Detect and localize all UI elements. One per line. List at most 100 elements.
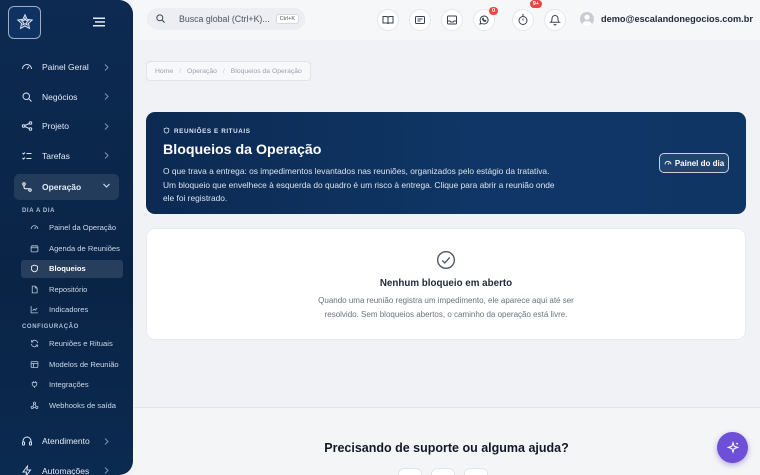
ai-assistant-button[interactable] — [717, 432, 748, 463]
whatsapp-icon — [479, 15, 489, 25]
sidebar-item-operacao[interactable]: Operação — [14, 174, 119, 200]
sidebar-subitem-modelos-reuniao[interactable]: Modelos de Reunião — [21, 355, 123, 373]
star-logo-icon — [16, 13, 33, 30]
chevron-down-icon — [101, 179, 111, 191]
sidebar-item-painel-geral[interactable]: Painel Geral — [14, 56, 119, 78]
refresh-icon — [29, 339, 39, 349]
gauge-icon — [664, 159, 672, 167]
bolt-icon — [20, 464, 34, 475]
sidebar-item-automacoes[interactable]: Automações — [14, 460, 119, 475]
page-hero: REUNIÕES E RITUAIS Bloqueios da Operação… — [146, 112, 746, 214]
gauge-icon — [20, 60, 34, 74]
sidebar-subitem-indicadores[interactable]: Indicadores — [21, 301, 123, 319]
notifications-button[interactable] — [544, 9, 566, 31]
sidebar-subitem-label: Painel da Operação — [49, 223, 117, 232]
sidebar-item-tarefas[interactable]: Tarefas — [14, 145, 119, 167]
support-option-button[interactable] — [464, 468, 488, 475]
breadcrumb-separator: / — [179, 67, 182, 75]
global-search[interactable]: Busca global (Ctrl+K)... Ctrl+K — [147, 8, 305, 30]
search-shortcut-badge: Ctrl+K — [275, 14, 299, 24]
user-email: demo@escalandonegocios.com.br — [601, 14, 753, 24]
shield-icon — [163, 127, 171, 135]
check-circle-icon — [436, 250, 456, 270]
chevron-right-icon — [101, 150, 111, 162]
breadcrumb-separator: / — [222, 67, 225, 75]
app-logo[interactable] — [8, 5, 41, 39]
bell-icon — [549, 15, 561, 26]
file-icon — [29, 284, 39, 294]
breadcrumb-operacao[interactable]: Operação — [187, 68, 217, 75]
inbox-icon — [447, 15, 457, 25]
section-label-configuracao: CONFIGURAÇÃO — [22, 323, 79, 330]
shield-icon — [29, 264, 39, 274]
sidebar-subitem-webhooks[interactable]: Webhooks de saída — [21, 396, 123, 414]
sidebar-subitem-repositorio[interactable]: Repositório — [21, 280, 123, 298]
search-icon — [20, 90, 34, 104]
sidebar-item-label: Atendimento — [42, 436, 90, 446]
empty-state-title: Nenhum bloqueio em aberto — [379, 278, 513, 289]
whatsapp-badge: 0 — [488, 7, 498, 15]
support-option-button[interactable] — [398, 468, 422, 475]
page-title: Bloqueios da Operação — [163, 142, 322, 158]
sidebar-item-label: Negócios — [42, 91, 78, 102]
sidebar-item-projeto[interactable]: Projeto — [14, 115, 119, 137]
section-label-dia-a-dia: DIA A DIA — [22, 207, 56, 214]
empty-state-card: Nenhum bloqueio em aberto Quando uma reu… — [146, 228, 746, 340]
book-button[interactable] — [377, 9, 399, 31]
timer-icon — [518, 14, 528, 25]
sidebar-header — [0, 0, 133, 44]
checklist-icon — [20, 149, 34, 163]
sidebar-subitem-label: Webhooks de saída — [49, 400, 116, 410]
sidebar-item-label: Painel Geral — [42, 62, 89, 72]
network-icon — [20, 119, 34, 133]
sidebar-item-label: Projeto — [42, 121, 69, 131]
hero-eyebrow: REUNIÕES E RITUAIS — [163, 127, 729, 135]
sidebar-item-atendimento[interactable]: Atendimento — [14, 430, 119, 452]
sidebar-item-label: Automações — [42, 465, 90, 475]
sidebar-subitem-agenda[interactable]: Agenda de Reuniões — [21, 239, 123, 257]
sparkle-icon — [726, 440, 739, 454]
breadcrumb-home[interactable]: Home — [155, 68, 173, 75]
sidebar-subitem-integracoes[interactable]: Integrações — [21, 376, 123, 394]
sidebar-subitem-reunioes-rituais[interactable]: Reuniões e Rituais — [21, 335, 123, 353]
notes-button[interactable] — [409, 9, 431, 31]
chevron-right-icon — [101, 435, 111, 447]
headset-icon — [20, 434, 34, 448]
notifications-badge: 9+ — [529, 0, 542, 8]
painel-do-dia-label: Painel do dia — [674, 158, 725, 168]
painel-do-dia-button[interactable]: Painel do dia — [659, 153, 729, 173]
search-icon — [155, 13, 167, 25]
topbar: Busca global (Ctrl+K)... Ctrl+K 0 9+ dem… — [133, 0, 760, 40]
sidebar-item-label: Tarefas — [42, 150, 70, 161]
breadcrumb: Home / Operação / Bloqueios da Operação — [146, 61, 311, 81]
inbox-button[interactable] — [441, 9, 463, 31]
support-option-button[interactable] — [431, 468, 455, 475]
chart-icon — [29, 305, 39, 315]
user-menu[interactable]: demo@escalandonegocios.com.br — [580, 12, 753, 26]
sidebar-subitem-label: Modelos de Reunião — [49, 359, 119, 369]
whatsapp-button[interactable]: 0 — [473, 7, 498, 31]
notes-icon — [415, 16, 425, 24]
sidebar-subitem-bloqueios[interactable]: Bloqueios — [21, 259, 123, 278]
avatar — [580, 12, 594, 26]
hero-description: O que trava a entrega: os impedimentos l… — [163, 166, 555, 203]
chevron-right-icon — [101, 120, 111, 132]
search-input[interactable]: Busca global (Ctrl+K)... — [179, 14, 270, 24]
gauge-icon — [29, 223, 39, 233]
book-icon — [382, 16, 394, 25]
chevron-right-icon — [101, 61, 111, 73]
sidebar-subitem-label: Repositório — [49, 284, 88, 294]
support-footer: Precisando de suporte ou alguma ajuda? — [133, 408, 760, 475]
breadcrumb-current: Bloqueios da Operação — [230, 67, 302, 75]
hero-eyebrow-label: REUNIÕES E RITUAIS — [174, 127, 251, 135]
sidebar-item-label: Operação — [42, 182, 82, 192]
sidebar-subitem-painel-operacao[interactable]: Painel da Operação — [21, 219, 123, 237]
empty-state-description: Quando uma reunião registra um impedimen… — [318, 296, 574, 319]
menu-toggle-icon[interactable] — [91, 14, 107, 30]
template-icon — [29, 359, 39, 369]
sidebar-item-negocios[interactable]: Negócios — [14, 86, 119, 108]
workflow-icon — [20, 180, 34, 194]
sidebar-subitem-label: Integrações — [49, 380, 89, 389]
plug-icon — [29, 380, 39, 390]
timer-button[interactable]: 9+ — [512, 0, 542, 31]
